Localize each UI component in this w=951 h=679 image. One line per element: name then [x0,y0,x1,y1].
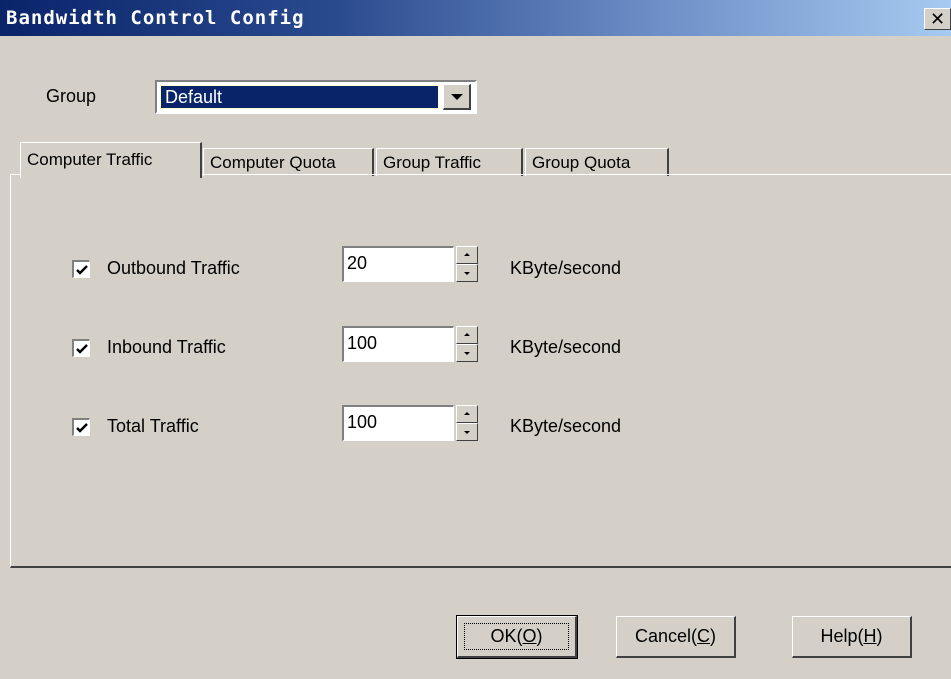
inbound-traffic-spinner[interactable] [456,326,478,362]
group-label: Group [46,86,97,106]
spin-up-button[interactable] [456,405,478,423]
tab-label: Computer Quota [210,153,336,172]
spin-down-button[interactable] [456,344,478,362]
outbound-traffic-unit: KByte/second [510,258,622,278]
total-traffic-input[interactable]: 100 [342,405,454,441]
chevron-down-icon [451,94,463,100]
cancel-button-label: Cancel(C) [634,626,717,646]
mnemonic-letter: C [697,626,711,646]
dropdown-button[interactable] [443,84,471,110]
checkmark-icon [76,344,88,354]
close-button[interactable]: ✕ [924,8,951,30]
arrow-up-icon [464,253,470,256]
tab-computer-traffic[interactable]: Computer Traffic [20,142,202,178]
tab-group-traffic[interactable]: Group Traffic [376,148,523,176]
inbound-traffic-checkbox[interactable] [72,339,90,357]
total-traffic-label: Total Traffic [107,416,199,436]
tab-group-quota[interactable]: Group Quota [525,148,669,176]
group-select-value[interactable]: Default [160,85,439,109]
arrow-up-icon [464,412,470,415]
close-icon: ✕ [929,9,946,29]
mnemonic-letter: O [522,626,537,646]
spin-up-button[interactable] [456,326,478,344]
spin-up-button[interactable] [456,246,478,264]
help-button[interactable]: Help(H) [792,616,912,658]
total-traffic-unit: KByte/second [510,416,622,436]
ok-button[interactable]: OK(O) [456,615,578,659]
mnemonic-letter: H [863,626,877,646]
arrow-down-icon [464,272,470,275]
inbound-traffic-unit: KByte/second [510,337,622,357]
tab-computer-quota[interactable]: Computer Quota [203,148,374,176]
arrow-down-icon [464,431,470,434]
spin-down-button[interactable] [456,264,478,282]
total-traffic-checkbox[interactable] [72,418,90,436]
help-button-label: Help(H) [820,626,883,646]
tab-label: Computer Traffic [27,150,153,169]
arrow-up-icon [464,333,470,336]
checkmark-icon [76,423,88,433]
checkmark-icon [76,265,88,275]
tab-panel [10,174,951,568]
outbound-traffic-spinner[interactable] [456,246,478,282]
tab-label: Group Traffic [383,153,481,172]
group-select[interactable]: Default [155,80,477,114]
ok-button-label: OK(O) [490,626,543,646]
outbound-traffic-input[interactable]: 20 [342,246,454,282]
cancel-button[interactable]: Cancel(C) [616,616,736,658]
window-title: Bandwidth Control Config [6,7,305,29]
inbound-traffic-label: Inbound Traffic [107,337,226,357]
title-bar: Bandwidth Control Config [0,0,951,36]
spin-down-button[interactable] [456,423,478,441]
outbound-traffic-label: Outbound Traffic [107,258,240,278]
tab-label: Group Quota [532,153,631,172]
outbound-traffic-checkbox[interactable] [72,260,90,278]
total-traffic-spinner[interactable] [456,405,478,441]
inbound-traffic-input[interactable]: 100 [342,326,454,362]
arrow-down-icon [464,352,470,355]
